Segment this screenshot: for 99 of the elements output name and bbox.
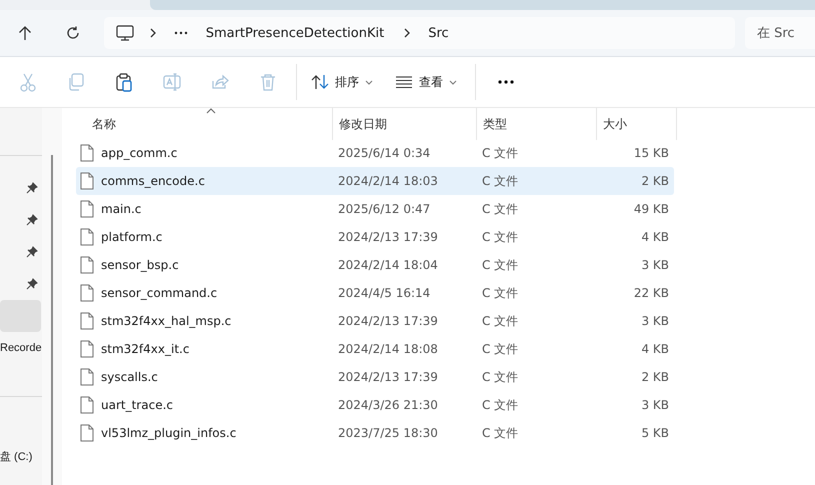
column-header[interactable]: 修改日期: [333, 108, 477, 140]
file-type: C 文件: [482, 256, 520, 274]
file-icon: [80, 368, 94, 386]
file-type: C 文件: [482, 200, 520, 218]
file-icon: [80, 284, 94, 302]
file-type: C 文件: [482, 144, 520, 162]
modified-date: 2025/6/14 0:34: [338, 146, 432, 160]
file-row[interactable]: platform.c 2024/2/13 17:39 C 文件 4 KB: [76, 223, 674, 251]
file-icon: [80, 228, 94, 246]
file-icon: [80, 200, 94, 218]
breadcrumb[interactable]: SmartPresenceDetectionKit: [206, 26, 384, 40]
clipboard-icon: [115, 72, 133, 92]
modified-date: 2024/2/13 17:39: [338, 370, 439, 384]
modified-date: 2024/2/14 18:03: [338, 174, 439, 188]
file-name: sensor_bsp.c: [101, 258, 179, 272]
sort-caret-icon: [206, 108, 216, 114]
file-row[interactable]: comms_encode.c 2024/2/14 18:03 C 文件 2 KB: [76, 167, 674, 195]
file-size: 3 KB: [640, 314, 669, 328]
file-row[interactable]: stm32f4xx_it.c 2024/2/14 18:08 C 文件 4 KB: [76, 335, 674, 363]
chevron-icon: [148, 27, 158, 39]
file-type: C 文件: [482, 228, 520, 246]
file-name: app_comm.c: [101, 146, 178, 160]
file-name: syscalls.c: [101, 370, 158, 384]
breadcrumb[interactable]: Src: [428, 26, 449, 40]
pin-icon: [26, 246, 38, 258]
file-size: 2 KB: [640, 370, 669, 384]
drive-item[interactable]: 盘 (C:): [0, 449, 32, 464]
sort-button[interactable]: 排序: [303, 64, 381, 100]
file-icon: [80, 340, 94, 358]
monitor-icon: [116, 25, 134, 41]
modified-date: 2024/2/13 17:39: [338, 314, 439, 328]
view-button[interactable]: 查看: [387, 64, 465, 100]
file-name: main.c: [101, 202, 142, 216]
file-size: 5 KB: [640, 426, 669, 440]
pin-icon: [26, 214, 38, 226]
file-row[interactable]: app_comm.c 2025/6/14 0:34 C 文件 15 KB: [76, 139, 674, 167]
file-row[interactable]: uart_trace.c 2024/3/26 21:30 C 文件 3 KB: [76, 391, 674, 419]
file-size: 3 KB: [640, 398, 669, 412]
file-icon: [80, 172, 94, 190]
chevron-icon: [402, 27, 412, 39]
file-icon: [80, 144, 94, 162]
pin-icon: [26, 278, 38, 290]
file-size: 3 KB: [640, 258, 669, 272]
modified-date: 2025/6/12 0:47: [338, 202, 432, 216]
file-size: 4 KB: [640, 342, 669, 356]
sidebar-item[interactable]: Recorde: [0, 332, 42, 364]
file-row[interactable]: sensor_bsp.c 2024/2/14 18:04 C 文件 3 KB: [76, 251, 674, 279]
search-field[interactable]: 在 Src: [744, 17, 815, 49]
file-type: C 文件: [482, 368, 520, 386]
trash-icon: [259, 72, 277, 92]
column-header[interactable]: 名称: [76, 108, 333, 140]
file-row[interactable]: main.c 2025/6/12 0:47 C 文件 49 KB: [76, 195, 674, 223]
column-header[interactable]: 类型: [477, 108, 597, 140]
up-arrow-icon: [18, 25, 32, 41]
file-name: sensor_command.c: [101, 286, 218, 300]
file-size: 15 KB: [632, 146, 669, 160]
file-type: C 文件: [482, 340, 520, 358]
file-icon: [80, 256, 94, 274]
file-icon: [80, 312, 94, 330]
file-size: 49 KB: [632, 202, 669, 216]
modified-date: 2023/7/25 18:30: [338, 426, 439, 440]
file-name: stm32f4xx_hal_msp.c: [101, 314, 232, 328]
caret-icon: [449, 80, 457, 84]
modified-date: 2024/2/13 17:39: [338, 230, 439, 244]
file-size: 4 KB: [640, 230, 669, 244]
pin-icon: [26, 182, 38, 194]
address-bar[interactable]: SmartPresenceDetectionKit Src: [104, 17, 735, 49]
file-type: C 文件: [482, 284, 520, 302]
modified-date: 2024/2/14 18:04: [338, 258, 439, 272]
file-name: vl53lmz_plugin_infos.c: [101, 426, 236, 440]
rename-icon: [163, 72, 181, 92]
file-type: C 文件: [482, 312, 520, 330]
file-type: C 文件: [482, 424, 520, 442]
modified-date: 2024/2/14 18:08: [338, 342, 439, 356]
file-name: stm32f4xx_it.c: [101, 342, 190, 356]
file-name: platform.c: [101, 230, 162, 244]
file-type: C 文件: [482, 172, 520, 190]
file-size: 22 KB: [632, 286, 669, 300]
refresh-icon: [66, 26, 80, 40]
list-icon: [395, 76, 413, 88]
file-row[interactable]: stm32f4xx_hal_msp.c 2024/2/13 17:39 C 文件 3 KB: [76, 307, 674, 335]
file-size: 2 KB: [640, 174, 669, 188]
sort-icon: [311, 74, 329, 90]
file-type: C 文件: [482, 396, 520, 414]
file-name: comms_encode.c: [101, 174, 205, 188]
scrollbar[interactable]: [51, 155, 53, 485]
share-icon: [211, 72, 229, 92]
file-name: uart_trace.c: [101, 398, 173, 412]
column-header[interactable]: 大小: [597, 108, 677, 140]
caret-icon: [365, 80, 373, 84]
scissors-icon: [19, 72, 37, 92]
file-icon: [80, 424, 94, 442]
modified-date: 2024/4/5 16:14: [338, 286, 432, 300]
file-row[interactable]: syscalls.c 2024/2/13 17:39 C 文件 2 KB: [76, 363, 674, 391]
modified-date: 2024/3/26 21:30: [338, 398, 439, 412]
file-row[interactable]: sensor_command.c 2024/4/5 16:14 C 文件 22 KB: [76, 279, 674, 307]
copy-icon: [67, 72, 85, 92]
file-row[interactable]: vl53lmz_plugin_infos.c 2023/7/25 18:30 C 文件 5 KB: [76, 419, 674, 447]
file-icon: [80, 396, 94, 414]
